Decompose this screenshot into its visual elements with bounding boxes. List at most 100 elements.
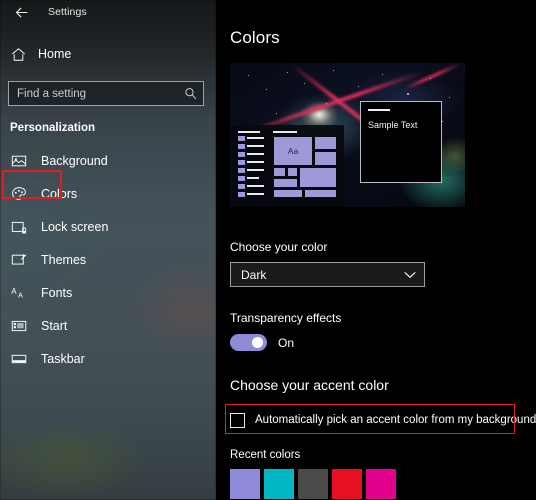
transparency-toggle-state: On — [278, 335, 295, 350]
app-list-line — [247, 193, 264, 195]
app-list-line — [247, 185, 264, 187]
app-list-line — [247, 169, 264, 171]
start-tile — [273, 189, 303, 198]
star-dot — [407, 93, 409, 95]
app-list-line — [247, 145, 264, 147]
svg-text:A: A — [11, 286, 17, 295]
transparency-effects-toggle[interactable] — [230, 334, 267, 351]
start-menu-tiles: Aa — [273, 131, 337, 198]
color-swatch[interactable] — [264, 469, 294, 499]
auto-accent-checkbox-row[interactable]: Automatically pick an accent color from … — [230, 411, 536, 429]
title-bar: Settings — [0, 0, 216, 24]
image-icon — [10, 152, 27, 169]
sidebar-item-taskbar-label: Taskbar — [41, 351, 85, 366]
back-arrow-icon[interactable] — [8, 2, 34, 22]
auto-accent-label: Automatically pick an accent color from … — [255, 414, 536, 426]
search-container: Find a setting — [8, 81, 206, 106]
main-content: Colors Sample Text Aa Choose your color … — [216, 0, 536, 500]
app-list-tile — [238, 144, 245, 149]
app-list-tile — [238, 176, 245, 181]
start-tile — [273, 178, 298, 188]
star-dot — [326, 103, 327, 104]
sidebar-item-themes[interactable]: Themes — [0, 243, 216, 276]
sidebar-item-colors[interactable]: Colors — [0, 177, 216, 210]
start-icon — [10, 317, 27, 334]
star-dot — [248, 75, 249, 76]
app-list-line — [247, 177, 259, 179]
transparency-toggle-row: On — [230, 334, 536, 351]
search-placeholder: Find a setting — [17, 87, 87, 100]
color-swatch[interactable] — [366, 469, 396, 499]
sidebar-item-colors-label: Colors — [41, 186, 78, 201]
sidebar-item-background[interactable]: Background — [0, 144, 216, 177]
page-title: Colors — [230, 28, 280, 47]
choose-color-value: Dark — [241, 267, 267, 282]
themes-icon — [10, 251, 27, 268]
search-input[interactable]: Find a setting — [8, 81, 204, 106]
app-list-line — [247, 161, 264, 163]
sidebar-item-background-label: Background — [41, 153, 108, 168]
home-icon — [10, 46, 26, 62]
app-list-tile — [238, 160, 245, 165]
star-dot — [382, 74, 383, 75]
star-dot — [358, 86, 359, 87]
star-dot — [276, 113, 277, 114]
sidebar-item-lock-screen[interactable]: Lock screen — [0, 210, 216, 243]
transparency-effects-label: Transparency effects — [230, 311, 342, 325]
svg-text:A: A — [18, 292, 23, 299]
choose-color-label: Choose your color — [230, 240, 328, 254]
palette-icon — [10, 185, 27, 202]
accent-section-title: Choose your accent color — [230, 377, 389, 393]
start-menu-app-list — [238, 136, 264, 198]
auto-accent-checkbox[interactable] — [230, 412, 245, 428]
color-swatch[interactable] — [230, 469, 260, 499]
app-list-tile — [238, 152, 245, 157]
start-menu-top-bar — [238, 131, 260, 133]
color-swatch[interactable] — [332, 469, 362, 499]
sample-text-window: Sample Text — [360, 101, 442, 183]
start-tile — [287, 167, 298, 177]
star-dot — [304, 83, 305, 84]
tile-group-bar — [273, 131, 297, 133]
app-list-tile — [238, 192, 245, 197]
fonts-icon: A A — [10, 284, 27, 301]
color-swatch[interactable] — [298, 469, 328, 499]
star-dot — [449, 97, 450, 98]
sidebar-item-start-label: Start — [41, 318, 68, 333]
start-tile — [299, 167, 337, 188]
toggle-knob — [252, 337, 263, 348]
app-list-tile — [238, 168, 245, 173]
sidebar-item-themes-label: Themes — [41, 252, 87, 267]
sidebar-item-home-label: Home — [38, 47, 72, 61]
star-dot — [333, 70, 334, 71]
star-dot — [442, 121, 443, 122]
taskbar-icon — [10, 350, 27, 367]
recent-colors-swatches — [230, 469, 536, 499]
settings-window: Settings Home Find a setting Personaliza… — [0, 0, 536, 500]
choose-color-dropdown[interactable]: Dark — [230, 262, 425, 287]
start-menu-preview: Aa — [231, 125, 344, 207]
app-list-tile — [238, 136, 245, 141]
app-list-line — [247, 153, 264, 155]
star-dot — [430, 78, 431, 79]
chevron-down-icon — [404, 271, 416, 279]
theme-preview: Sample Text Aa — [230, 63, 465, 207]
lock-screen-icon — [10, 218, 27, 235]
sidebar: Settings Home Find a setting Personaliza… — [0, 0, 216, 500]
app-title: Settings — [48, 6, 87, 18]
sidebar-nav: Background Colors Lock screen Themes A A… — [0, 144, 216, 375]
sidebar-item-start[interactable]: Start — [0, 309, 216, 342]
start-tile — [273, 167, 286, 177]
recent-colors-label: Recent colors — [230, 449, 301, 461]
sidebar-section-title: Personalization — [10, 122, 95, 134]
star-dot — [266, 89, 267, 90]
sidebar-item-fonts[interactable]: A A Fonts — [0, 276, 216, 309]
sidebar-item-fonts-label: Fonts — [41, 285, 73, 300]
search-icon[interactable] — [184, 87, 197, 100]
sidebar-item-taskbar[interactable]: Taskbar — [0, 342, 216, 375]
star-dot — [287, 72, 288, 73]
start-tile: Aa — [273, 136, 313, 166]
start-tile — [314, 151, 337, 166]
sample-text-label: Sample Text — [368, 120, 418, 130]
sidebar-item-home[interactable]: Home — [0, 40, 216, 68]
